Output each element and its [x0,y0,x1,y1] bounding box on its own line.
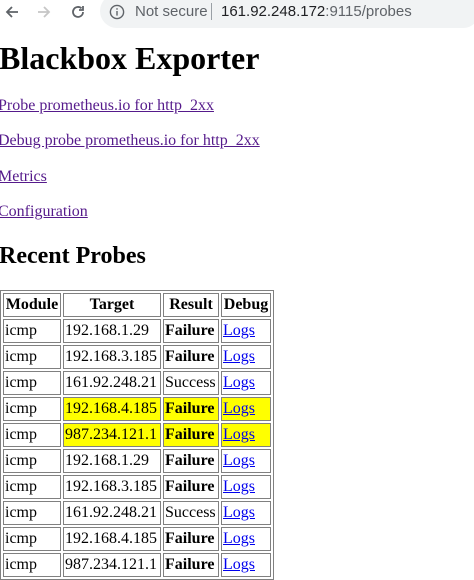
url-path: :9115/probes [325,3,412,20]
result-cell: Failure [163,527,219,551]
target-cell: 192.168.3.185 [63,475,161,499]
probe-link[interactable]: Probe prometheus.io for http_2xx [0,96,214,116]
info-icon[interactable] [109,4,125,20]
table-row: icmp 192.168.4.185 Failure Logs [3,527,271,551]
debug-cell: Logs [221,345,271,369]
result-cell: Failure [163,553,219,577]
table-row: icmp 192.168.3.185 Failure Logs [3,345,271,369]
result-cell: Success [163,501,219,525]
security-label: Not secure [135,3,208,20]
back-button[interactable] [2,2,22,22]
table-row: icmp 192.168.4.185 Failure Logs [3,397,271,421]
result-cell: Failure [163,319,219,343]
url-host: 161.92.248.172 [221,3,326,20]
reload-icon [72,6,84,18]
table-row: icmp 192.168.1.29 Failure Logs [3,449,271,473]
recent-probes-table: Module Target Result Debug icmp 192.168.1… [0,290,274,580]
debug-cell: Logs [221,423,271,447]
logs-link[interactable]: Logs [223,348,255,365]
forward-arrow-icon [38,6,51,18]
target-cell: 192.168.4.185 [63,397,161,421]
metrics-link[interactable]: Metrics [0,167,47,187]
header-module: Module [3,293,61,317]
result-cell: Failure [163,345,219,369]
result-cell: Success [163,371,219,395]
module-cell: icmp [3,527,61,551]
result-cell: Failure [163,397,219,421]
logs-link[interactable]: Logs [223,556,255,573]
module-cell: icmp [3,397,61,421]
module-cell: icmp [3,449,61,473]
debug-cell: Logs [221,397,271,421]
reload-button[interactable] [68,2,88,22]
target-cell: 192.168.3.185 [63,345,161,369]
target-cell: 192.168.4.185 [63,527,161,551]
result-cell: Failure [163,423,219,447]
table-row: icmp 161.92.248.21 Success Logs [3,501,271,525]
debug-cell: Logs [221,449,271,473]
url-text[interactable]: 161.92.248.172:9115/probes [221,3,412,20]
table-body: icmp 192.168.1.29 Failure Logs icmp 192.168.3… [3,319,271,577]
module-cell: icmp [3,553,61,577]
target-cell: 192.168.1.29 [63,449,161,473]
debug-cell: Logs [221,319,271,343]
table-row: icmp 192.168.1.29 Failure Logs [3,319,271,343]
debug-cell: Logs [221,371,271,395]
logs-link[interactable]: Logs [223,426,255,443]
module-cell: icmp [3,319,61,343]
header-debug: Debug [221,293,271,317]
module-cell: icmp [3,423,61,447]
url-separator [211,3,212,20]
debug-probe-link[interactable]: Debug probe prometheus.io for http_2xx [0,131,260,151]
target-cell: 987.234.121.1 [63,423,161,447]
table-row: icmp 192.168.3.185 Failure Logs [3,475,271,499]
module-cell: icmp [3,475,61,499]
debug-cell: Logs [221,475,271,499]
debug-cell: Logs [221,527,271,551]
header-target: Target [63,293,161,317]
target-cell: 192.168.1.29 [63,319,161,343]
target-cell: 987.234.121.1 [63,553,161,577]
debug-cell: Logs [221,501,271,525]
logs-link[interactable]: Logs [223,530,255,547]
back-arrow-icon [5,6,18,18]
forward-button[interactable] [34,2,54,22]
browser-toolbar: Not secure 161.92.248.172:9115/probes [0,0,474,28]
recent-probes-title: Recent Probes [0,243,146,269]
header-result: Result [163,293,219,317]
result-cell: Failure [163,449,219,473]
table-header-row: Module Target Result Debug [3,293,271,317]
result-cell: Failure [163,475,219,499]
logs-link[interactable]: Logs [223,400,255,417]
configuration-link[interactable]: Configuration [0,202,88,222]
page-title: Blackbox Exporter [0,40,260,76]
table-row: icmp 987.234.121.1 Failure Logs [3,423,271,447]
module-cell: icmp [3,501,61,525]
logs-link[interactable]: Logs [223,478,255,495]
logs-link[interactable]: Logs [223,504,255,521]
target-cell: 161.92.248.21 [63,501,161,525]
module-cell: icmp [3,371,61,395]
logs-link[interactable]: Logs [223,322,255,339]
table-row: icmp 987.234.121.1 Failure Logs [3,553,271,577]
logs-link[interactable]: Logs [223,452,255,469]
debug-cell: Logs [221,553,271,577]
logs-link[interactable]: Logs [223,374,255,391]
table-row: icmp 161.92.248.21 Success Logs [3,371,271,395]
module-cell: icmp [3,345,61,369]
target-cell: 161.92.248.21 [63,371,161,395]
